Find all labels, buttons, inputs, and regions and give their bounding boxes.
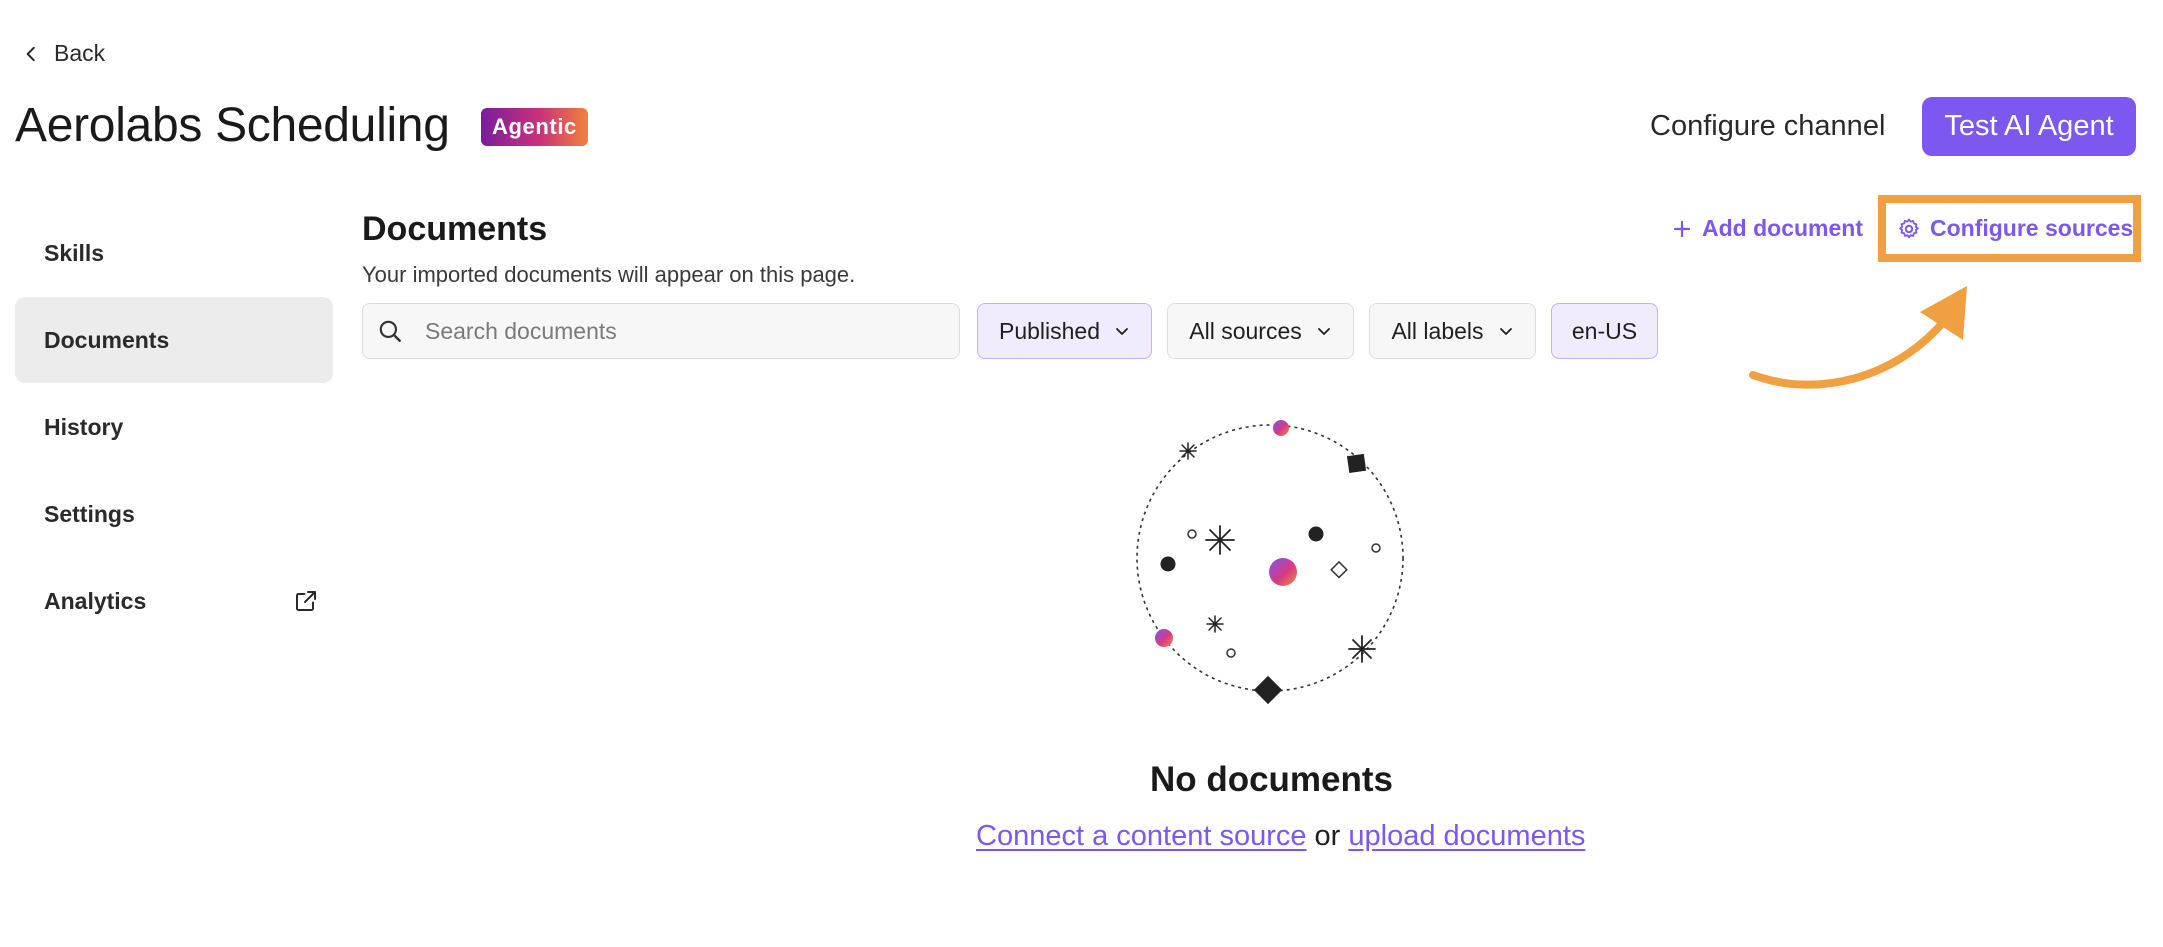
page-title: Aerolabs Scheduling [15, 99, 450, 152]
section-subtitle: Your imported documents will appear on t… [362, 262, 856, 287]
sources-filter[interactable]: All sources [1167, 303, 1354, 359]
sidebar: Skills Documents History Settings Analyt… [15, 210, 333, 645]
test-ai-agent-button[interactable]: Test AI Agent [1922, 97, 2136, 156]
arrow-annotation [1749, 286, 1967, 389]
sidebar-item-label: Settings [44, 500, 135, 527]
labels-filter-label: All labels [1391, 317, 1484, 344]
locale-filter-label: en-US [1571, 317, 1638, 344]
chevron-down-icon [1116, 328, 1128, 335]
sidebar-item-analytics[interactable]: Analytics [15, 558, 333, 644]
back-label: Back [54, 40, 106, 66]
sidebar-item-history[interactable]: History [15, 384, 333, 470]
labels-filter[interactable]: All labels [1369, 303, 1536, 359]
external-link-icon [296, 591, 316, 611]
sidebar-item-label: Skills [44, 239, 105, 266]
section-title: Documents [362, 210, 548, 248]
gear-icon [1899, 218, 1919, 238]
configure-sources-label: Configure sources [1930, 215, 2134, 241]
configure-channel-button[interactable]: Configure channel [1650, 110, 1885, 143]
locale-filter[interactable]: en-US [1551, 303, 1658, 359]
back-link[interactable]: Back [22, 40, 105, 67]
add-document-label: Add document [1702, 215, 1863, 241]
chevron-left-icon [26, 46, 35, 61]
sidebar-item-label: History [44, 413, 124, 440]
sidebar-item-documents[interactable]: Documents [15, 297, 333, 383]
search-icon [379, 320, 401, 342]
search-box[interactable] [362, 303, 960, 359]
sources-filter-label: All sources [1189, 317, 1302, 344]
plus-icon [1673, 220, 1691, 237]
search-input[interactable] [425, 317, 945, 345]
sidebar-item-settings[interactable]: Settings [15, 471, 333, 557]
agentic-badge: Agentic [481, 108, 588, 146]
empty-state-illustration [1136, 420, 1404, 705]
status-filter-label: Published [998, 317, 1101, 344]
add-document-button[interactable]: Add document [1672, 215, 1863, 242]
chevron-down-icon [1499, 328, 1512, 335]
or-text: or [1306, 820, 1349, 852]
sidebar-item-label: Analytics [44, 587, 147, 614]
empty-state-message: Connect a content source or upload docum… [976, 820, 1585, 853]
sidebar-item-label: Documents [44, 326, 170, 353]
upload-documents-link[interactable]: upload documents [1348, 820, 1585, 852]
status-filter[interactable]: Published [977, 303, 1152, 359]
empty-state-title: No documents [1149, 760, 1394, 799]
chevron-down-icon [1317, 328, 1330, 335]
connect-source-link[interactable]: Connect a content source [976, 820, 1306, 852]
sidebar-item-skills[interactable]: Skills [15, 210, 333, 296]
configure-sources-button[interactable]: Configure sources [1897, 215, 2133, 242]
